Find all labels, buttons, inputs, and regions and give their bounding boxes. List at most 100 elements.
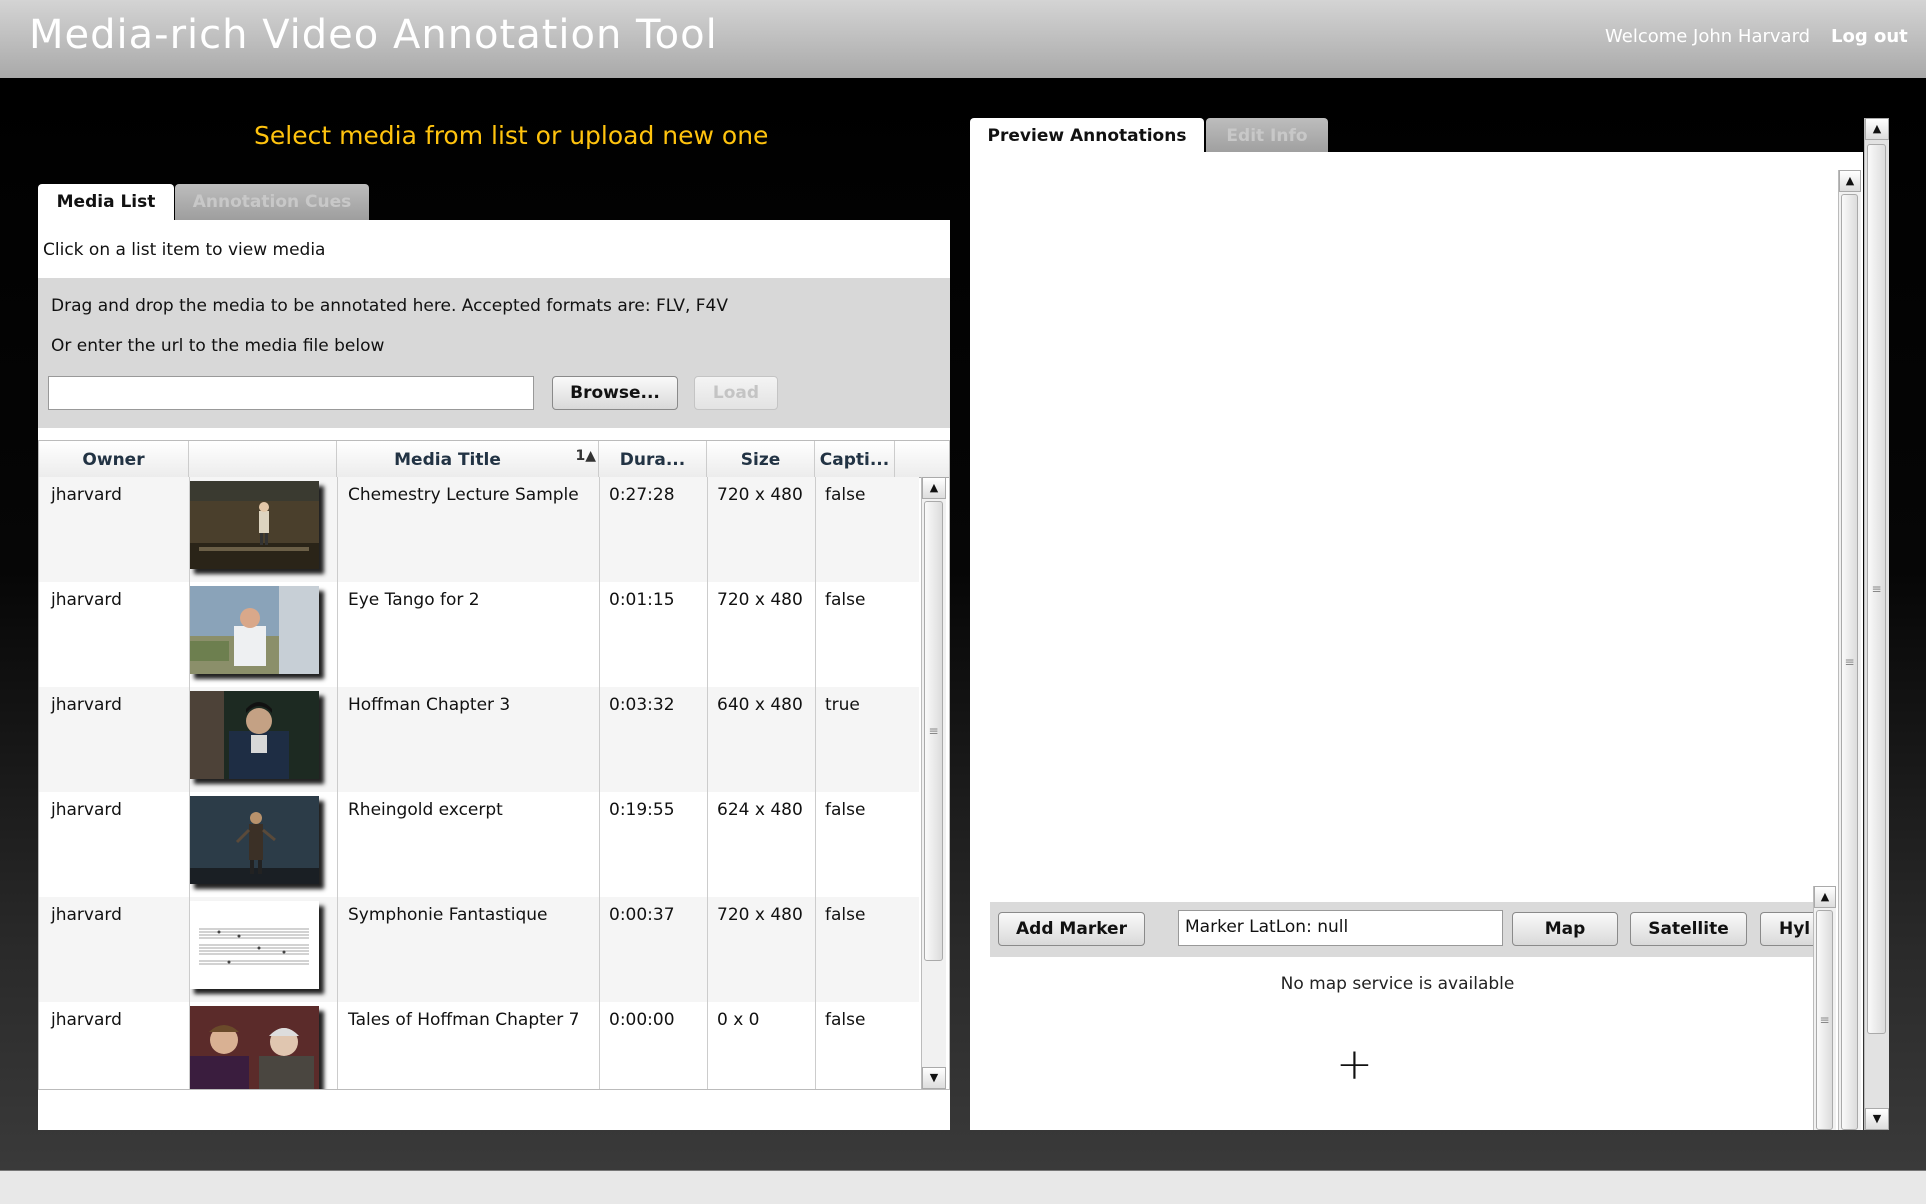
media-thumbnail bbox=[189, 796, 319, 884]
caption-cell: false bbox=[825, 590, 866, 610]
scroll-down-icon[interactable]: ▼ bbox=[922, 1067, 946, 1089]
logout-link[interactable]: Log out bbox=[1831, 26, 1908, 47]
column-divider bbox=[599, 477, 600, 1089]
duration-cell: 0:00:00 bbox=[609, 1010, 675, 1030]
tab-preview-annotations[interactable]: Preview Annotations bbox=[970, 118, 1204, 154]
scroll-up-icon[interactable]: ▲ bbox=[1839, 170, 1861, 192]
tab-annotation-cues[interactable]: Annotation Cues bbox=[175, 184, 369, 220]
column-divider bbox=[337, 477, 338, 1089]
duration-cell: 0:01:15 bbox=[609, 590, 675, 610]
media-thumbnail bbox=[189, 586, 319, 674]
media-thumbnail bbox=[189, 481, 319, 569]
duration-cell: 0:03:32 bbox=[609, 695, 675, 715]
column-header-media-title-label: Media Title bbox=[394, 450, 501, 470]
media-title-cell: Hoffman Chapter 3 bbox=[348, 695, 511, 715]
table-header: Owner Media Title 1▲ Dura... Size Capti.… bbox=[39, 441, 949, 478]
outer-scrollbar[interactable]: ▲ ≡ ▼ bbox=[1864, 118, 1889, 1130]
caption-cell: false bbox=[825, 905, 866, 925]
hybrid-button[interactable]: Hyl bbox=[1760, 912, 1813, 946]
satellite-button[interactable]: Satellite bbox=[1630, 912, 1747, 946]
caption-cell: true bbox=[825, 695, 860, 715]
url-instruction: Or enter the url to the media file below bbox=[51, 336, 385, 356]
app-title: Media-rich Video Annotation Tool bbox=[29, 12, 718, 58]
size-cell: 640 x 480 bbox=[717, 695, 803, 715]
owner-cell: jharvard bbox=[51, 800, 122, 820]
table-row[interactable]: jharvard Eye Tango for 2 0:01:15 720 x 480 f… bbox=[39, 582, 919, 687]
scroll-down-icon[interactable]: ▼ bbox=[1865, 1108, 1889, 1130]
sort-ascending-icon: 1▲ bbox=[575, 448, 596, 464]
duration-cell: 0:27:28 bbox=[609, 485, 675, 505]
column-header-size[interactable]: Size bbox=[707, 441, 815, 477]
grip-icon: ≡ bbox=[1819, 1013, 1830, 1027]
preview-scrollbar[interactable]: ▲ ≡ bbox=[1838, 170, 1861, 1130]
load-button[interactable]: Load bbox=[694, 376, 778, 410]
table-row[interactable]: jharvard Rheingold excerpt 0:19:55 624 x 48… bbox=[39, 792, 919, 897]
table-row[interactable]: jharvard Tales of Hoffman Chapter 7 0:00:0… bbox=[39, 1002, 919, 1089]
tab-edit-info[interactable]: Edit Info bbox=[1206, 118, 1328, 154]
map-scrollbar[interactable]: ▲ ≡ bbox=[1813, 886, 1836, 1130]
column-header-thumbnail[interactable] bbox=[189, 441, 337, 477]
column-header-captions[interactable]: Capti... bbox=[815, 441, 895, 477]
duration-cell: 0:19:55 bbox=[609, 800, 675, 820]
grip-icon: ≡ bbox=[1871, 582, 1882, 596]
media-title-cell: Rheingold excerpt bbox=[348, 800, 503, 820]
media-table: Owner Media Title 1▲ Dura... Size Capti.… bbox=[38, 440, 950, 1090]
upload-instruction: Drag and drop the media to be annotated … bbox=[51, 296, 728, 316]
grip-icon: ≡ bbox=[1844, 655, 1855, 669]
media-thumbnail bbox=[189, 691, 319, 779]
owner-cell: jharvard bbox=[51, 905, 122, 925]
outer-scroll-thumb[interactable]: ≡ bbox=[1867, 144, 1886, 1034]
grip-icon: ≡ bbox=[928, 724, 939, 738]
media-title-cell: Eye Tango for 2 bbox=[348, 590, 480, 610]
caption-cell: false bbox=[825, 485, 866, 505]
media-url-input[interactable] bbox=[48, 376, 534, 410]
size-cell: 0 x 0 bbox=[717, 1010, 760, 1030]
table-scrollbar[interactable]: ▲ ≡ ▼ bbox=[921, 477, 946, 1089]
owner-cell: jharvard bbox=[51, 1010, 122, 1030]
column-divider bbox=[707, 477, 708, 1089]
size-cell: 720 x 480 bbox=[717, 485, 803, 505]
column-divider bbox=[815, 477, 816, 1089]
preview-scroll-thumb[interactable]: ≡ bbox=[1841, 194, 1858, 1130]
scroll-up-icon[interactable]: ▲ bbox=[1865, 118, 1889, 140]
browse-button[interactable]: Browse... bbox=[552, 376, 678, 410]
table-scroll-thumb[interactable]: ≡ bbox=[924, 501, 943, 961]
owner-cell: jharvard bbox=[51, 590, 122, 610]
table-row[interactable]: jharvard Hoffman Chapter 3 0:03:32 640 x 48… bbox=[39, 687, 919, 792]
column-divider bbox=[189, 477, 190, 1089]
map-button[interactable]: Map bbox=[1512, 912, 1618, 946]
app-header: Media-rich Video Annotation Tool Welcome… bbox=[0, 0, 1926, 78]
size-cell: 720 x 480 bbox=[717, 905, 803, 925]
media-list-instruction: Click on a list item to view media bbox=[43, 240, 326, 260]
owner-cell: jharvard bbox=[51, 485, 122, 505]
column-header-duration[interactable]: Dura... bbox=[599, 441, 707, 477]
table-row[interactable]: jharvard Chemestry Lecture Sample 0:27:28 7… bbox=[39, 477, 919, 582]
size-cell: 624 x 480 bbox=[717, 800, 803, 820]
welcome-text: Welcome John Harvard bbox=[1605, 26, 1811, 47]
media-thumbnail bbox=[189, 1006, 319, 1089]
size-cell: 720 x 480 bbox=[717, 590, 803, 610]
duration-cell: 0:00:37 bbox=[609, 905, 675, 925]
map-scroll-thumb[interactable]: ≡ bbox=[1816, 910, 1833, 1130]
select-media-hint: Select media from list or upload new one bbox=[254, 121, 769, 150]
upload-drop-area[interactable]: Drag and drop the media to be annotated … bbox=[38, 278, 950, 428]
footer-bar bbox=[0, 1170, 1926, 1204]
scroll-up-icon[interactable]: ▲ bbox=[1814, 886, 1836, 908]
caption-cell: false bbox=[825, 1010, 866, 1030]
marker-latlon-field[interactable]: Marker LatLon: null bbox=[1178, 910, 1503, 946]
add-marker-button[interactable]: Add Marker bbox=[998, 912, 1145, 946]
map-toolbar: Add Marker Marker LatLon: null Map Satel… bbox=[990, 902, 1813, 957]
column-header-owner[interactable]: Owner bbox=[39, 441, 189, 477]
media-title-cell: Symphonie Fantastique bbox=[348, 905, 548, 925]
media-title-cell: Tales of Hoffman Chapter 7 bbox=[348, 1010, 580, 1030]
media-thumbnail bbox=[189, 901, 319, 989]
caption-cell: false bbox=[825, 800, 866, 820]
scroll-up-icon[interactable]: ▲ bbox=[922, 477, 946, 499]
media-title-cell: Chemestry Lecture Sample bbox=[348, 485, 579, 505]
owner-cell: jharvard bbox=[51, 695, 122, 715]
column-header-media-title[interactable]: Media Title 1▲ bbox=[337, 441, 599, 477]
crosshair-icon: + bbox=[1336, 1039, 1373, 1090]
no-map-service-message: No map service is available bbox=[1280, 974, 1515, 994]
tab-media-list[interactable]: Media List bbox=[38, 184, 174, 220]
table-row[interactable]: jharvard Symphonie Fantastique 0:00:37 720 … bbox=[39, 897, 919, 1002]
